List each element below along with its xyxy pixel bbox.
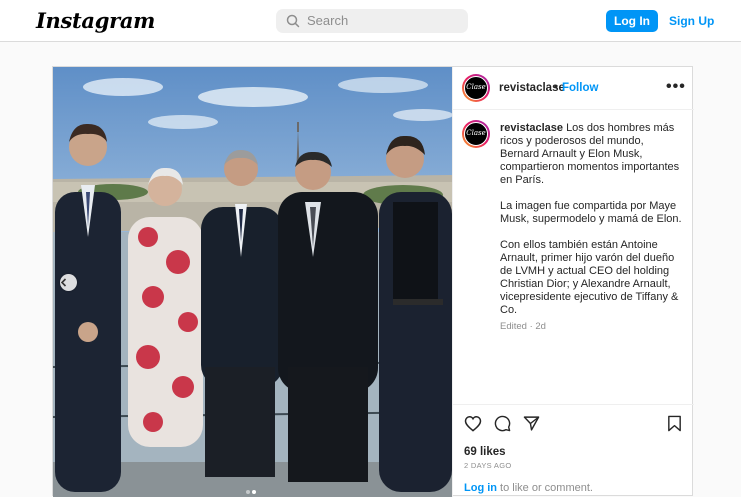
comment-icon[interactable] <box>494 415 511 432</box>
login-to-comment-prompt: Log in to like or comment. <box>464 482 593 494</box>
caption-avatar-logo: Clase <box>464 122 488 146</box>
search-box[interactable]: Search <box>276 9 468 33</box>
signup-link[interactable]: Sign Up <box>669 14 714 28</box>
like-heart-icon[interactable] <box>464 415 482 432</box>
carousel-indicator <box>245 481 257 497</box>
caption-avatar[interactable]: Clase <box>462 120 490 148</box>
carousel-dot <box>246 490 250 494</box>
search-placeholder[interactable]: Search <box>307 13 348 28</box>
post-time-ago: 2 DAYS AGO <box>464 461 512 470</box>
login-prompt-text: to like or comment. <box>497 482 593 494</box>
post-caption: revistaclase Los dos hombres más ricos y… <box>500 122 685 330</box>
avatar[interactable]: Clase <box>462 74 490 102</box>
instagram-logo[interactable]: Instagram <box>36 8 155 33</box>
login-link[interactable]: Log in <box>464 482 497 494</box>
carousel-previous-button[interactable] <box>60 274 77 291</box>
search-icon <box>286 14 300 28</box>
separator-dot: • <box>554 81 558 93</box>
caption-paragraph-2: La imagen fue compartida por Maye Musk, … <box>500 200 682 225</box>
post-sidebar: Clase revistaclase • Follow ••• Clase re… <box>452 67 694 497</box>
carousel-dot-active <box>252 490 256 494</box>
login-button[interactable]: Log In <box>606 10 658 32</box>
top-navigation-bar: Instagram Search Log In Sign Up <box>0 0 741 42</box>
share-icon[interactable] <box>523 415 540 432</box>
chevron-left-icon <box>60 278 67 287</box>
caption-username[interactable]: revistaclase <box>500 122 563 134</box>
more-options-icon[interactable]: ••• <box>666 78 686 96</box>
edited-timestamp: Edited · 2d <box>500 321 546 332</box>
avatar-logo: Clase <box>464 76 488 100</box>
save-bookmark-icon[interactable] <box>667 415 682 432</box>
post-header: Clase revistaclase • Follow ••• <box>453 67 694 110</box>
follow-button[interactable]: Follow <box>562 82 598 94</box>
likes-count[interactable]: 69 likes <box>464 446 506 458</box>
post-photo-image <box>53 67 452 497</box>
post-photo[interactable] <box>53 67 452 497</box>
post-card: Clase revistaclase • Follow ••• Clase re… <box>52 66 694 497</box>
post-actions: 69 likes 2 DAYS AGO Log in to like or co… <box>453 404 694 494</box>
caption-paragraph-3: Con ellos también están Antoine Arnault,… <box>500 239 679 316</box>
